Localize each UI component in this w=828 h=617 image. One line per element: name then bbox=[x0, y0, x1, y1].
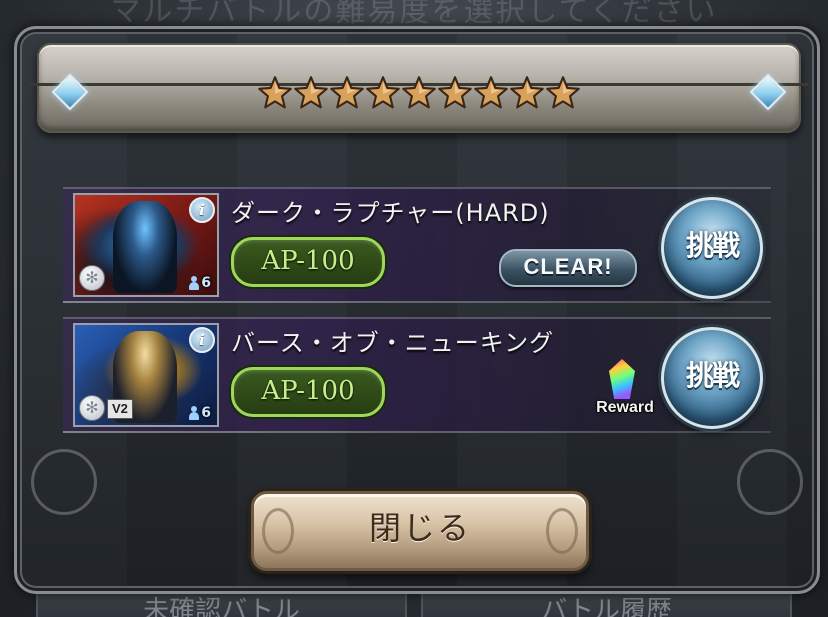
challenge-button[interactable]: 挑戦 bbox=[661, 197, 763, 299]
star-icon bbox=[473, 75, 509, 111]
wind-element-icon: ✻ bbox=[79, 265, 105, 291]
ap-cost: AP-100 bbox=[231, 367, 385, 417]
clear-badge: CLEAR! bbox=[499, 249, 637, 287]
quest-thumbnail[interactable]: i ✻ 6 bbox=[73, 193, 219, 297]
quest-row: i ✻ 6 ダーク・ラプチャー(HARD) AP-100 CLEAR! 挑戦 bbox=[63, 187, 771, 303]
challenge-button[interactable]: 挑戦 bbox=[661, 327, 763, 429]
party-size-value: 6 bbox=[201, 405, 211, 421]
info-icon[interactable]: i bbox=[189, 197, 215, 223]
star-icon bbox=[401, 75, 437, 111]
game-screen: マルチバトルの難易度を選択してください 未確認バトル バトル履歴 i ✻ 6 ダ… bbox=[0, 0, 828, 617]
difficulty-stars bbox=[39, 75, 799, 111]
difficulty-banner bbox=[29, 43, 809, 133]
reward-indicator: Reward bbox=[585, 359, 665, 423]
star-icon bbox=[365, 75, 401, 111]
quest-row: i ✻ V2 6 バース・オブ・ニューキング AP-100 Reward 挑戦 bbox=[63, 317, 771, 433]
info-icon[interactable]: i bbox=[189, 327, 215, 353]
quest-title: ダーク・ラプチャー(HARD) bbox=[231, 199, 550, 227]
star-icon bbox=[437, 75, 473, 111]
star-icon bbox=[545, 75, 581, 111]
ap-cost: AP-100 bbox=[231, 237, 385, 287]
corner-ornament-right bbox=[737, 449, 803, 515]
star-icon bbox=[293, 75, 329, 111]
star-icon bbox=[257, 75, 293, 111]
person-icon bbox=[189, 406, 200, 420]
version-badge: V2 bbox=[107, 399, 133, 419]
reward-label: Reward bbox=[596, 399, 654, 416]
difficulty-select-dialog: i ✻ 6 ダーク・ラプチャー(HARD) AP-100 CLEAR! 挑戦 i… bbox=[14, 26, 820, 594]
quest-title: バース・オブ・ニューキング bbox=[231, 329, 555, 357]
quest-thumbnail[interactable]: i ✻ V2 6 bbox=[73, 323, 219, 427]
party-size: 6 bbox=[189, 275, 211, 291]
star-icon bbox=[329, 75, 365, 111]
party-size: 6 bbox=[189, 405, 211, 421]
close-button[interactable]: 閉じる bbox=[251, 491, 589, 571]
rainbow-crystal-icon bbox=[609, 359, 635, 399]
party-size-value: 6 bbox=[201, 275, 211, 291]
corner-ornament-left bbox=[31, 449, 97, 515]
boss-portrait bbox=[113, 201, 177, 293]
star-icon bbox=[509, 75, 545, 111]
wind-element-icon: ✻ bbox=[79, 395, 105, 421]
person-icon bbox=[189, 276, 200, 290]
